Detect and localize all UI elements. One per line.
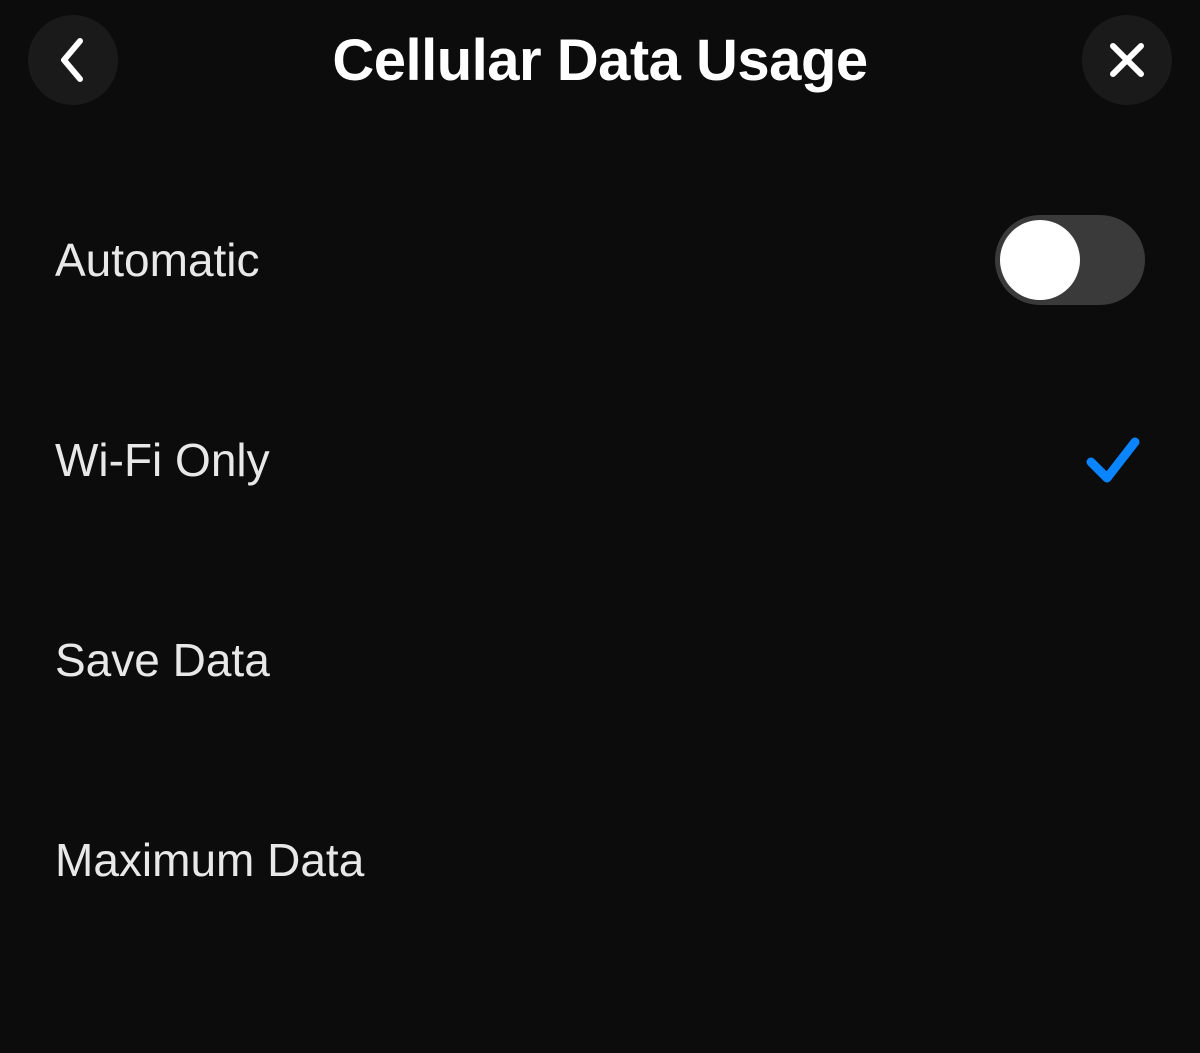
close-button[interactable] — [1082, 15, 1172, 105]
checkmark-icon — [1081, 428, 1145, 492]
settings-list: Automatic Wi-Fi Only Save Data Maximum D… — [0, 120, 1200, 960]
checkmark-wifi-only — [1081, 428, 1145, 492]
row-maximum-data[interactable]: Maximum Data — [55, 760, 1145, 960]
toggle-knob — [1000, 220, 1080, 300]
row-label-maximum-data: Maximum Data — [55, 833, 364, 887]
chevron-left-icon — [58, 37, 88, 83]
row-label-wifi-only: Wi-Fi Only — [55, 433, 270, 487]
row-label-automatic: Automatic — [55, 233, 260, 287]
row-save-data[interactable]: Save Data — [55, 560, 1145, 760]
row-wifi-only[interactable]: Wi-Fi Only — [55, 360, 1145, 560]
row-label-save-data: Save Data — [55, 633, 270, 687]
row-automatic[interactable]: Automatic — [55, 160, 1145, 360]
automatic-toggle[interactable] — [995, 215, 1145, 305]
close-icon — [1107, 40, 1147, 80]
back-button[interactable] — [28, 15, 118, 105]
header-bar: Cellular Data Usage — [0, 0, 1200, 120]
page-title: Cellular Data Usage — [118, 27, 1082, 94]
